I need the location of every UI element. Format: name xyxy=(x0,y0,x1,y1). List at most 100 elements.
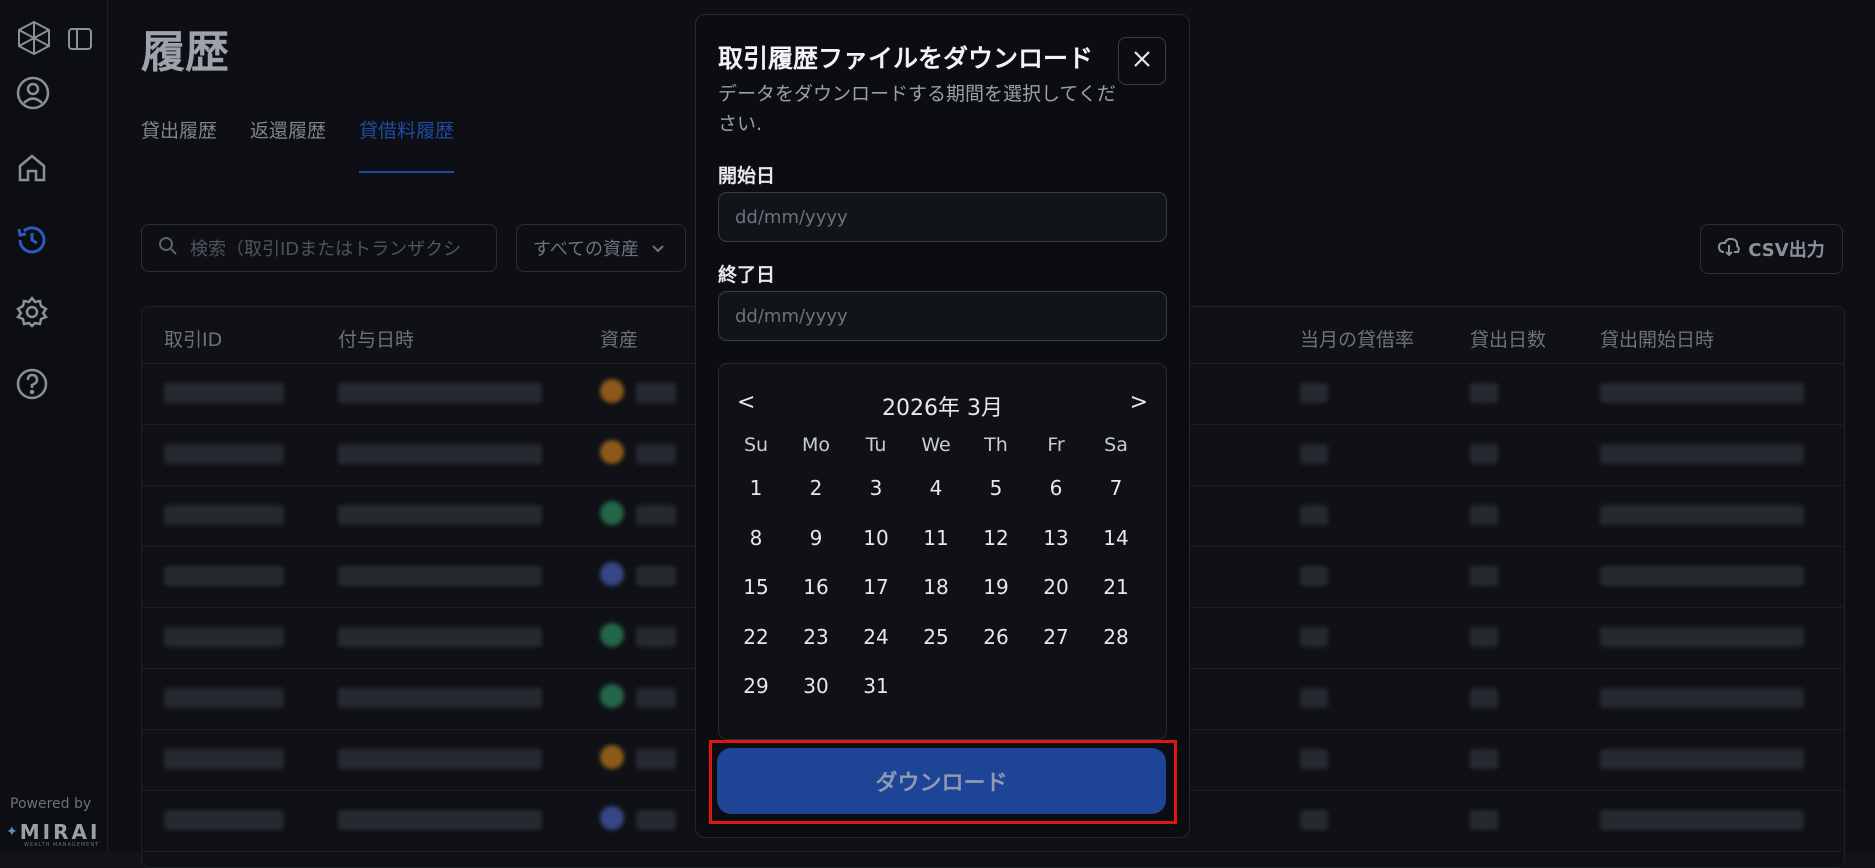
calendar-day[interactable]: 30 xyxy=(786,674,846,698)
redacted-cell xyxy=(1300,505,1328,525)
calendar-day[interactable]: 8 xyxy=(726,526,786,550)
csv-export-button[interactable]: CSV出力 xyxy=(1700,224,1843,274)
redacted-cell xyxy=(1300,749,1328,769)
column-header: 当月の貸借率 xyxy=(1300,329,1415,351)
redacted-cell xyxy=(1300,444,1328,464)
close-button[interactable] xyxy=(1118,37,1166,85)
column-header: 貸出日数 xyxy=(1470,329,1547,351)
redacted-cell xyxy=(1470,383,1498,403)
redacted-cell xyxy=(636,444,676,464)
redacted-cell xyxy=(636,688,676,708)
search-input[interactable]: 検索（取引IDまたはトランザクシ xyxy=(141,224,497,272)
tab-fee-history[interactable]: 貸借料履歴 xyxy=(359,116,455,173)
calendar-day[interactable]: 10 xyxy=(846,526,906,550)
sidebar-toggle-icon[interactable] xyxy=(68,28,92,50)
tab-return-history[interactable]: 返還履歴 xyxy=(250,116,326,173)
calendar-day[interactable]: 3 xyxy=(846,476,906,500)
redacted-cell xyxy=(1470,749,1498,769)
calendar-day[interactable]: 18 xyxy=(906,575,966,599)
history-icon[interactable] xyxy=(16,224,48,256)
column-header: 取引ID xyxy=(164,329,223,351)
calendar-month-label: 2026年 3月 xyxy=(882,396,1003,421)
end-date-input[interactable]: dd/mm/yyyy xyxy=(718,291,1167,341)
redacted-cell xyxy=(636,383,676,403)
start-date-input[interactable]: dd/mm/yyyy xyxy=(718,192,1167,242)
calendar-day[interactable]: 17 xyxy=(846,575,906,599)
redacted-cell xyxy=(1470,810,1498,830)
calendar-day[interactable]: 28 xyxy=(1086,625,1146,649)
start-date-placeholder: dd/mm/yyyy xyxy=(735,206,848,228)
redacted-cell xyxy=(1300,810,1328,830)
calendar-day[interactable]: 16 xyxy=(786,575,846,599)
redacted-cell xyxy=(164,627,284,647)
download-highlight: ダウンロード xyxy=(709,740,1177,824)
end-date-label: 終了日 xyxy=(718,264,776,286)
redacted-cell xyxy=(636,627,676,647)
calendar-day[interactable]: 9 xyxy=(786,526,846,550)
logo-icon[interactable] xyxy=(16,20,52,56)
user-icon[interactable] xyxy=(16,76,50,110)
calendar-day[interactable]: 24 xyxy=(846,625,906,649)
redacted-cell xyxy=(1470,627,1498,647)
calendar-day[interactable]: 4 xyxy=(906,476,966,500)
calendar-day[interactable]: 6 xyxy=(1026,476,1086,500)
help-icon[interactable] xyxy=(16,368,48,400)
asset-icon xyxy=(600,745,624,769)
csv-export-label: CSV出力 xyxy=(1748,240,1825,261)
asset-icon xyxy=(600,562,624,586)
redacted-cell xyxy=(1470,566,1498,586)
home-icon[interactable] xyxy=(16,152,48,184)
redacted-cell xyxy=(164,749,284,769)
redacted-cell xyxy=(338,566,542,586)
calendar-day[interactable]: 5 xyxy=(966,476,1026,500)
calendar-day[interactable]: 25 xyxy=(906,625,966,649)
calendar-day[interactable]: 7 xyxy=(1086,476,1146,500)
close-icon xyxy=(1132,49,1152,73)
column-header: 貸出開始日時 xyxy=(1600,329,1715,351)
settings-icon[interactable] xyxy=(16,296,48,328)
redacted-cell xyxy=(164,688,284,708)
tab-lending-history[interactable]: 貸出履歴 xyxy=(141,116,217,173)
next-month-button[interactable]: > xyxy=(1130,390,1148,415)
calendar-day[interactable]: 1 xyxy=(726,476,786,500)
calendar-day[interactable]: 22 xyxy=(726,625,786,649)
redacted-cell xyxy=(338,383,542,403)
column-header: 付与日時 xyxy=(338,329,415,351)
mirai-logo: ✦ MIRAI WEALTH MANAGEMENT xyxy=(6,820,101,848)
redacted-cell xyxy=(636,810,676,830)
page-title: 履歴 xyxy=(141,27,229,78)
calendar-day[interactable]: 20 xyxy=(1026,575,1086,599)
redacted-cell xyxy=(1470,505,1498,525)
redacted-cell xyxy=(164,444,284,464)
redacted-cell xyxy=(164,383,284,403)
calendar-day[interactable]: 14 xyxy=(1086,526,1146,550)
calendar-day[interactable]: 19 xyxy=(966,575,1026,599)
asset-icon xyxy=(600,806,624,830)
calendar-day[interactable]: 23 xyxy=(786,625,846,649)
weekday-label: Tu xyxy=(865,434,887,456)
weekday-label: We xyxy=(921,434,951,456)
calendar-day[interactable]: 31 xyxy=(846,674,906,698)
calendar-day[interactable]: 29 xyxy=(726,674,786,698)
calendar-day[interactable]: 12 xyxy=(966,526,1026,550)
calendar-day[interactable]: 21 xyxy=(1086,575,1146,599)
redacted-cell xyxy=(338,749,542,769)
modal-title: 取引履歴ファイルをダウンロード xyxy=(718,44,1094,73)
redacted-cell xyxy=(636,505,676,525)
weekday-label: Th xyxy=(984,434,1008,456)
calendar-day[interactable]: 2 xyxy=(786,476,846,500)
calendar-day[interactable]: 15 xyxy=(726,575,786,599)
redacted-cell xyxy=(164,566,284,586)
brand-name: MIRAI xyxy=(19,820,101,844)
redacted-cell xyxy=(1470,444,1498,464)
calendar-day[interactable]: 27 xyxy=(1026,625,1086,649)
calendar-day[interactable]: 11 xyxy=(906,526,966,550)
download-button[interactable]: ダウンロード xyxy=(717,748,1166,814)
calendar-day[interactable]: 13 xyxy=(1026,526,1086,550)
sidebar: Powered by ✦ MIRAI WEALTH MANAGEMENT xyxy=(0,0,108,852)
asset-filter-select[interactable]: すべての資産 xyxy=(516,224,686,272)
calendar-day[interactable]: 26 xyxy=(966,625,1026,649)
asset-filter-value: すべての資産 xyxy=(533,239,640,260)
weekday-label: Fr xyxy=(1047,434,1065,456)
redacted-cell xyxy=(1600,749,1804,769)
